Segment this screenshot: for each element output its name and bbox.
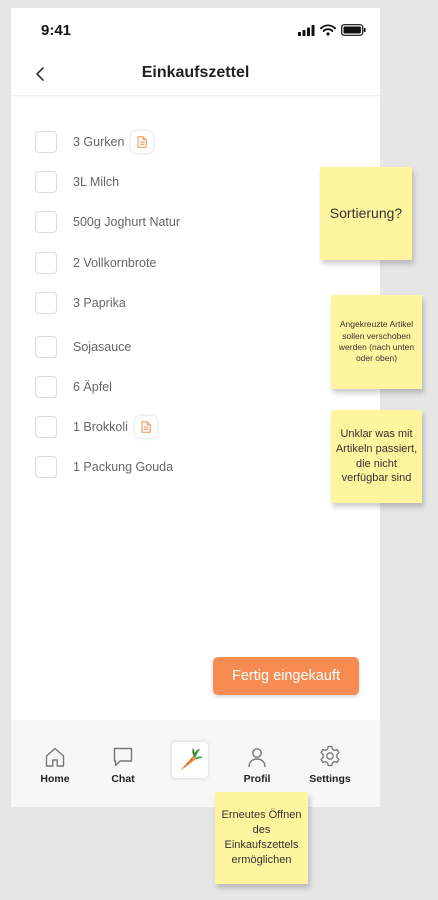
list-item: 3 Gurken xyxy=(35,130,335,154)
item-checkbox[interactable] xyxy=(35,292,57,314)
list-item: 2 Vollkornbrote xyxy=(35,251,335,275)
list-item: 3 Paprika xyxy=(35,291,335,315)
item-label: 1 Brokkoli xyxy=(73,420,128,434)
finish-shopping-button[interactable]: Fertig eingekauft xyxy=(213,657,359,695)
sticky-note-angekreuzte: Angekreuzte Artikel sollen verschoben we… xyxy=(331,295,422,389)
status-bar: 9:41 xyxy=(11,8,380,54)
tab-settings-label: Settings xyxy=(309,773,351,785)
item-label: 1 Packung Gouda xyxy=(73,460,174,474)
document-icon xyxy=(141,421,151,433)
status-icons xyxy=(298,24,366,36)
item-checkbox[interactable] xyxy=(35,252,57,274)
header: Einkaufszettel xyxy=(11,54,380,96)
wifi-icon xyxy=(320,24,336,36)
phone-screen: 9:41 Einkaufszettel 3 Gurken 3L Milch 50… xyxy=(11,8,380,807)
chat-bubble-icon xyxy=(113,747,133,767)
page-title: Einkaufszettel xyxy=(141,64,250,81)
item-label: 3 Paprika xyxy=(73,296,126,310)
tab-profil-label: Profil xyxy=(243,773,271,785)
home-icon xyxy=(45,747,65,767)
list-item: Sojasauce xyxy=(35,335,335,359)
list-item: 1 Packung Gouda xyxy=(35,455,335,479)
tab-settings[interactable]: Settings xyxy=(302,742,358,785)
item-label: 500g Joghurt Natur xyxy=(73,215,181,229)
user-icon xyxy=(248,748,266,768)
sticky-note-erneutes: Erneutes Öffnen des Einkaufszettels ermö… xyxy=(215,792,308,884)
item-label: 3L Milch xyxy=(73,175,120,189)
item-label: 2 Vollkornbrote xyxy=(73,256,157,270)
item-note-button[interactable] xyxy=(134,416,157,438)
list-item: 1 Brokkoli xyxy=(35,415,335,439)
item-label: 6 Äpfel xyxy=(73,380,112,394)
battery-icon xyxy=(341,24,366,36)
gear-icon xyxy=(320,745,340,767)
list-item: 500g Joghurt Natur xyxy=(35,210,335,234)
sticky-note-unklar: Unklar was mit Artikeln passiert, die ni… xyxy=(331,410,422,503)
signal-icon xyxy=(298,24,315,36)
item-label: 3 Gurken xyxy=(73,135,125,149)
item-checkbox[interactable] xyxy=(35,131,57,153)
tab-chat[interactable]: Chat xyxy=(95,742,151,785)
item-checkbox[interactable] xyxy=(35,416,57,438)
tab-home[interactable]: Home xyxy=(27,742,83,785)
document-icon xyxy=(137,136,148,148)
status-time: 9:41 xyxy=(41,22,72,39)
item-checkbox[interactable] xyxy=(35,456,57,478)
carrot-icon xyxy=(180,748,203,771)
item-checkbox[interactable] xyxy=(35,211,57,233)
item-checkbox[interactable] xyxy=(35,376,57,398)
sticky-note-sortierung: Sortierung? xyxy=(320,167,412,260)
list-item: 6 Äpfel xyxy=(35,375,335,399)
bottom-tab-bar: Home Chat Profil Settings xyxy=(11,720,380,807)
item-checkbox[interactable] xyxy=(35,171,57,193)
list-item: 3L Milch xyxy=(35,170,335,194)
tab-chat-label: Chat xyxy=(111,773,135,785)
tab-home-label: Home xyxy=(40,773,70,785)
item-label: Sojasauce xyxy=(73,340,132,354)
item-checkbox[interactable] xyxy=(35,336,57,358)
tab-profil[interactable]: Profil xyxy=(229,742,285,785)
center-carrot-button[interactable] xyxy=(172,742,208,778)
item-note-button[interactable] xyxy=(131,131,154,153)
